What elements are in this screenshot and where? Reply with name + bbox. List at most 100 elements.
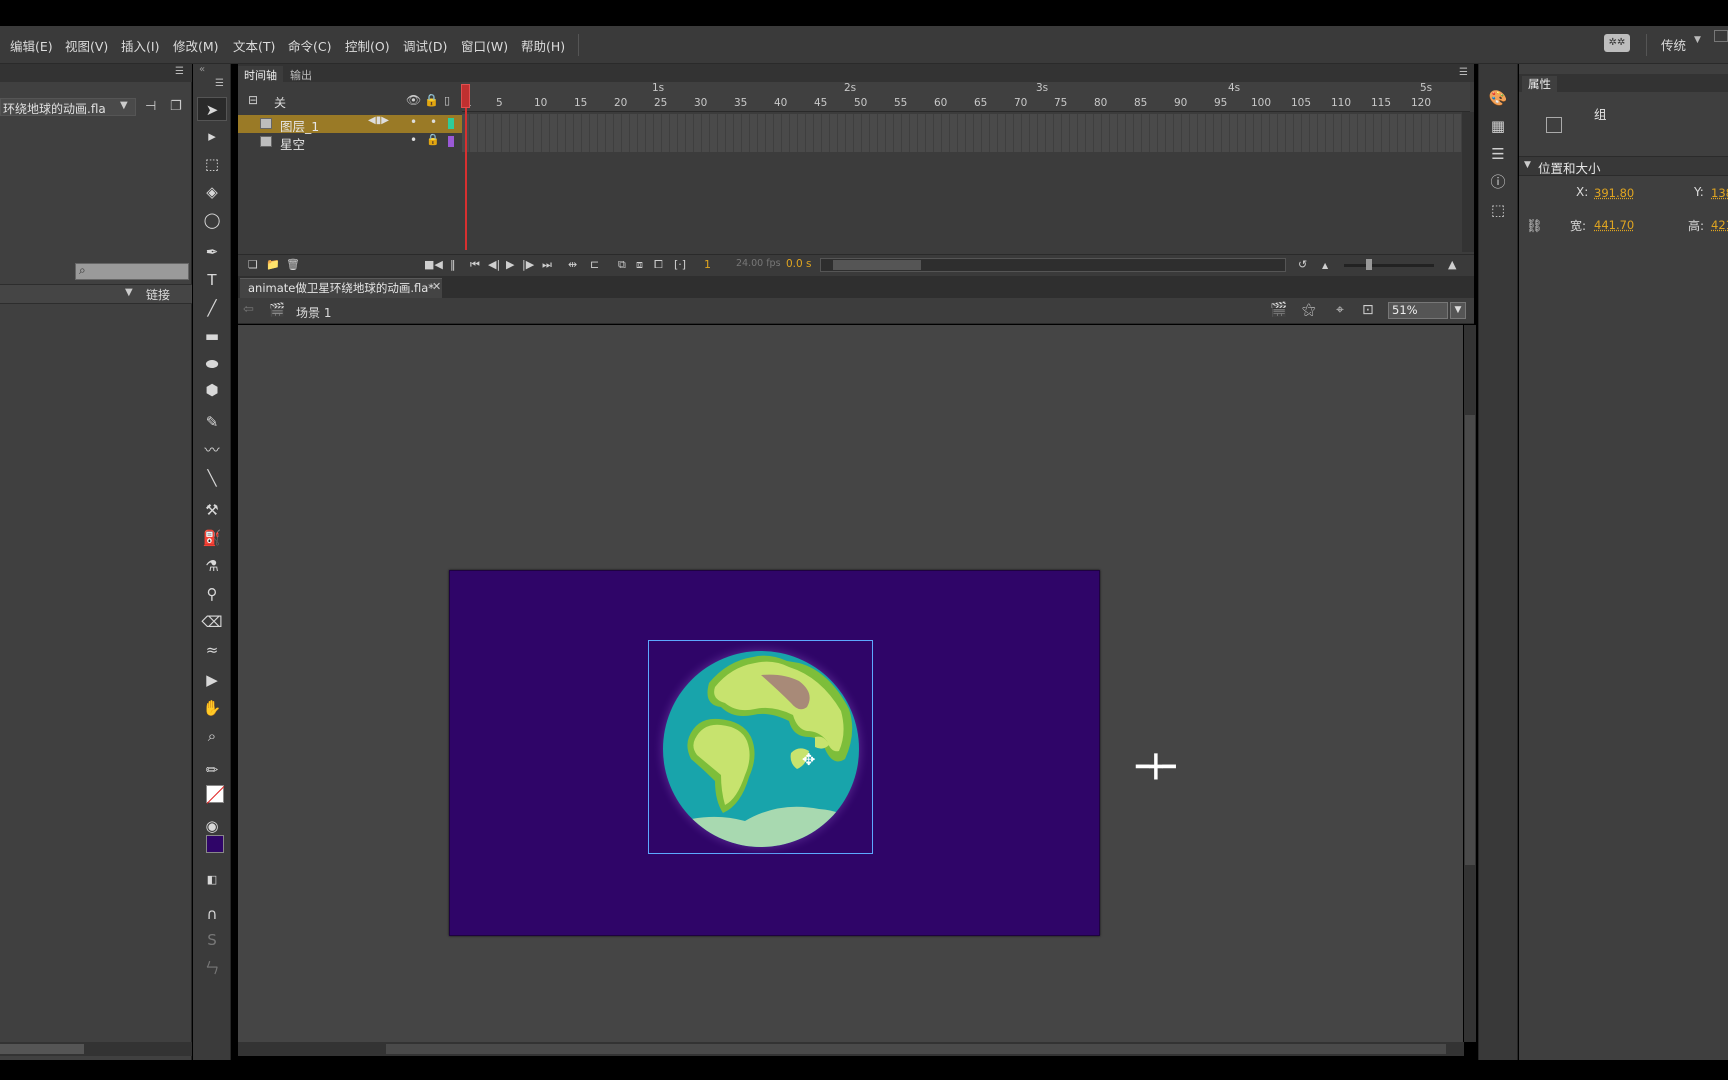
- transform-icon[interactable]: ⬚: [1488, 200, 1508, 220]
- back-arrow-icon[interactable]: ⇦: [243, 302, 254, 317]
- selection-tool-icon[interactable]: ➤: [197, 97, 227, 121]
- pause-icon[interactable]: ‖: [450, 258, 456, 271]
- gear-icon[interactable]: ✲✲: [1604, 34, 1630, 52]
- document-tab[interactable]: animate做卫星环绕地球的动画.fla*: [240, 278, 442, 298]
- stage-horizontal-scrollbar[interactable]: [238, 1042, 1464, 1056]
- layer-outline-color[interactable]: [448, 136, 454, 147]
- loop-icon[interactable]: ⇹: [568, 258, 577, 271]
- center-frame-icon[interactable]: ⊏: [590, 258, 599, 271]
- menu-edit[interactable]: 编辑(E): [10, 36, 53, 55]
- menu-modify[interactable]: 修改(M): [173, 36, 219, 55]
- frame-ruler[interactable]: 1s 2s 3s 4s 5s 1 5 10 15 20 25 30 35 40 …: [462, 82, 1470, 112]
- bone-tool-icon[interactable]: ⚒: [197, 498, 227, 522]
- y-value[interactable]: 138: [1711, 186, 1728, 200]
- zoom-level-input[interactable]: 51%: [1388, 302, 1448, 319]
- camera-icon[interactable]: ■◀: [424, 258, 443, 271]
- minimize-button[interactable]: [1714, 30, 1728, 42]
- pen-tool-icon[interactable]: ✒: [197, 240, 227, 264]
- layer-row[interactable]: 图层_1 ◀▮▶ • •: [238, 115, 462, 133]
- x-value[interactable]: 391.80: [1594, 186, 1634, 200]
- step-forward-icon[interactable]: |▶: [522, 258, 534, 271]
- eraser-tool-icon[interactable]: ⌫: [197, 610, 227, 634]
- edit-symbol-icon[interactable]: ⚝: [1302, 302, 1316, 318]
- close-icon[interactable]: ✕: [432, 280, 441, 293]
- visibility-dot[interactable]: •: [410, 115, 417, 129]
- camera-tool-icon[interactable]: ▶: [197, 668, 227, 692]
- snap-to-objects-icon[interactable]: ∩: [197, 902, 227, 926]
- smooth-icon[interactable]: S: [197, 928, 227, 952]
- timeline-horizontal-scrollbar[interactable]: [820, 258, 1286, 272]
- height-value[interactable]: 421: [1711, 218, 1728, 232]
- section-title[interactable]: 位置和大小: [1538, 158, 1601, 177]
- scroll-thumb[interactable]: [386, 1044, 1446, 1054]
- collapse-icon[interactable]: «: [199, 64, 205, 75]
- visibility-dot[interactable]: •: [410, 133, 417, 147]
- tab-timeline[interactable]: 时间轴: [238, 66, 283, 82]
- fill-color-swatch[interactable]: [206, 835, 224, 853]
- new-layer-icon[interactable]: ❏: [248, 258, 258, 271]
- stroke-color-icon[interactable]: ✏: [197, 758, 227, 782]
- polystar-tool-icon[interactable]: ⬢: [197, 378, 227, 402]
- earth-group[interactable]: [648, 640, 873, 854]
- tab-output[interactable]: 输出: [284, 66, 318, 82]
- free-transform-tool-icon[interactable]: ⬚: [197, 152, 227, 176]
- oval-tool-icon[interactable]: ⬬: [197, 352, 227, 376]
- lock-icon[interactable]: 🔒: [424, 93, 439, 107]
- eyedropper-tool-icon[interactable]: ⚲: [197, 582, 227, 606]
- outline-icon[interactable]: ▯: [444, 94, 450, 107]
- library-scrollbar[interactable]: [0, 1042, 192, 1056]
- swatches-icon[interactable]: ▦: [1488, 116, 1508, 136]
- hand-tool-icon[interactable]: ✋: [197, 696, 227, 720]
- width-tool-icon[interactable]: ≈: [197, 638, 227, 662]
- ink-bottle-tool-icon[interactable]: ⚗: [197, 554, 227, 578]
- color-palette-icon[interactable]: 🎨: [1488, 88, 1508, 108]
- clip-content-icon[interactable]: ⊡: [1362, 302, 1374, 318]
- panel-menu-icon[interactable]: ☰: [175, 66, 184, 77]
- link-icon[interactable]: ⛓: [1526, 219, 1543, 234]
- straighten-icon[interactable]: ㄣ: [197, 956, 227, 980]
- edit-multiple-frames-icon[interactable]: ⧠: [654, 258, 663, 272]
- menu-help[interactable]: 帮助(H): [521, 36, 565, 55]
- lock-icon[interactable]: 🔒: [426, 133, 440, 146]
- stage-vertical-scrollbar[interactable]: [1464, 325, 1476, 1042]
- menu-window[interactable]: 窗口(W): [461, 36, 508, 55]
- timeline-vertical-scrollbar[interactable]: [1462, 112, 1474, 252]
- menu-commands[interactable]: 命令(C): [288, 36, 331, 55]
- swap-colors-icon[interactable]: ◧: [197, 868, 227, 892]
- 3d-rotation-tool-icon[interactable]: ◈: [197, 180, 227, 204]
- zoom-tool-icon[interactable]: ⌕: [197, 724, 227, 748]
- linkage-column-header[interactable]: 链接: [146, 286, 170, 303]
- pin-icon[interactable]: ⊣: [145, 99, 156, 114]
- layer-name[interactable]: 星空: [280, 134, 305, 153]
- keyframe-nav-icon[interactable]: ◀▮▶: [368, 115, 389, 126]
- elapsed-time[interactable]: 0.0 s: [786, 258, 812, 270]
- frame-grid[interactable]: [462, 114, 1462, 152]
- zoom-out-icon[interactable]: ▲: [1322, 261, 1328, 270]
- tab-properties[interactable]: 属性: [1522, 76, 1557, 92]
- paint-brush-tool-icon[interactable]: 〰: [197, 438, 227, 462]
- timeline-zoom-slider[interactable]: [1344, 264, 1434, 267]
- panel-menu-icon[interactable]: ☰: [215, 78, 224, 89]
- lasso-tool-icon[interactable]: ◯: [197, 208, 227, 232]
- layer-row[interactable]: 星空 • 🔒: [238, 133, 462, 151]
- info-icon[interactable]: ⓘ: [1488, 172, 1508, 192]
- scroll-thumb[interactable]: [0, 1044, 84, 1054]
- menu-insert[interactable]: 插入(I): [121, 36, 159, 55]
- align-icon[interactable]: ☰: [1488, 144, 1508, 164]
- text-tool-icon[interactable]: T: [197, 268, 227, 292]
- workspace-switcher[interactable]: 传统: [1661, 35, 1686, 54]
- new-folder-icon[interactable]: 📁: [266, 258, 280, 271]
- menu-view[interactable]: 视图(V): [65, 36, 108, 55]
- chevron-down-icon[interactable]: ▼: [1694, 35, 1701, 45]
- library-search-input[interactable]: [75, 263, 189, 280]
- layer-outline-color[interactable]: [448, 118, 454, 129]
- subselection-tool-icon[interactable]: ▸: [197, 124, 227, 148]
- chevron-down-icon[interactable]: ▼: [120, 100, 128, 111]
- last-frame-icon[interactable]: ⏭: [542, 258, 552, 272]
- width-value[interactable]: 441.70: [1594, 218, 1634, 232]
- onion-outline-icon[interactable]: ⧈: [636, 258, 643, 272]
- panel-menu-icon[interactable]: ☰: [1459, 67, 1468, 78]
- menu-text[interactable]: 文本(T): [233, 36, 275, 55]
- lock-dot[interactable]: •: [430, 115, 437, 129]
- paint-bucket-tool-icon[interactable]: ⛽: [197, 526, 227, 550]
